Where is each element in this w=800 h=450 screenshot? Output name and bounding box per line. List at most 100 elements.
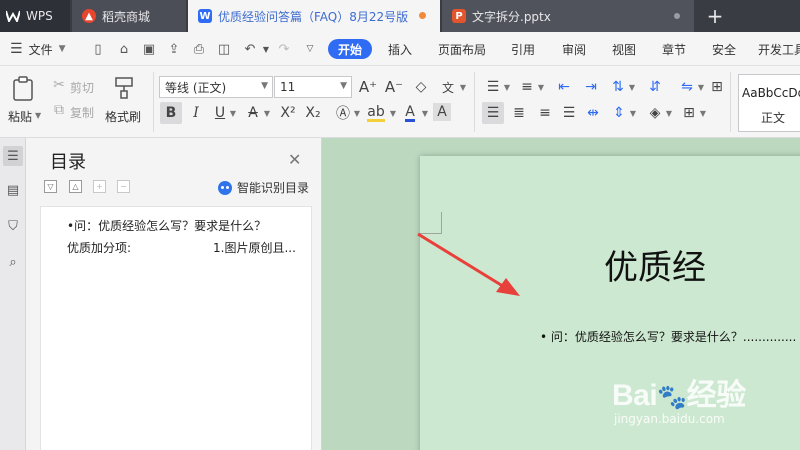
shrink-font-icon[interactable]: A⁻ [384,78,404,96]
justify-icon[interactable]: ☰ [558,102,580,124]
char-shading-icon[interactable]: A [433,103,451,121]
tab-developer[interactable]: 开发工具 [758,39,800,59]
undo-dropdown-icon[interactable]: ▼ [258,41,274,57]
font-color-icon[interactable]: A [400,102,420,124]
line-spacing-icon[interactable]: ⇋ [676,78,698,96]
sort-icon[interactable]: ⇵ [644,78,666,96]
find-icon[interactable]: ⌕ [3,252,23,272]
tab-wps-home[interactable]: WPS [0,0,70,32]
format-painter-icon[interactable] [110,74,138,102]
bullet-list-icon[interactable]: ☰ [482,78,504,96]
tab-label: 文字拆分.pptx [472,9,551,24]
numbered-list-icon[interactable]: ≡ [516,78,538,96]
increase-indent-icon[interactable]: ⇥ [580,78,602,96]
grow-font-icon[interactable]: A⁺ [358,78,378,96]
borders-icon[interactable]: ⊞ [678,102,700,124]
tab-store[interactable]: ▲ 稻壳商城 [72,0,186,32]
font-name-select[interactable]: 等线 (正文) ▼ [159,76,273,98]
tab-security[interactable]: 安全 [707,39,741,59]
bookmark-icon[interactable]: ⛉ [3,216,23,236]
chevron-down-icon[interactable]: ▼ [536,80,546,94]
show-marks-icon[interactable]: ⊞ [706,78,728,96]
toc-item[interactable]: •问：优质经验怎么写？要求是什么？ [67,217,266,234]
chevron-down-icon[interactable]: ▼ [628,106,638,120]
copy-label[interactable]: 复制 [70,104,94,121]
print-preview-icon[interactable]: ◫ [216,41,232,57]
toc-panel: 目录 ✕ ▽ △ + − 智能识别目录 •问：优质经验怎么写？要求是什么？ 优质… [26,138,322,450]
file-menu[interactable]: ☰ 文件 ▼ [10,32,66,66]
chevron-down-icon[interactable]: ▼ [352,106,362,120]
tab-presentation[interactable]: P 文字拆分.pptx [442,0,694,32]
shading-icon[interactable]: ◈ [644,102,666,124]
strikethrough-icon[interactable]: A [243,102,263,124]
chevron-down-icon[interactable]: ▼ [502,80,512,94]
bold-icon[interactable]: B [160,102,182,124]
paragraph-spacing-icon[interactable]: ⇕ [608,102,630,124]
text-direction-icon[interactable]: ⇅ [607,78,629,96]
new-doc-icon[interactable]: ▯ [90,41,106,57]
print-icon[interactable]: ⎙ [191,41,207,57]
new-tab-button[interactable]: + [700,0,730,32]
copy-icon[interactable]: ⧉ [52,102,66,118]
open-folder-icon[interactable]: ⌂ [116,41,132,57]
paste-label[interactable]: 粘贴 [8,108,32,125]
font-size-select[interactable]: 11 ▼ [274,76,352,98]
cut-label[interactable]: 剪切 [70,79,94,96]
phonetic-guide-icon[interactable]: 文 [438,78,458,96]
chevron-down-icon[interactable]: ▼ [664,106,674,120]
outline-panel-icon[interactable]: ▤ [3,180,23,200]
export-icon[interactable]: ⇪ [166,41,182,57]
document-toc-line[interactable]: • 问：优质经验怎么写？要求是什么？.............. [540,328,796,345]
chevron-down-icon[interactable]: ▼ [698,106,708,120]
cut-icon[interactable]: ✂ [52,77,66,93]
collapse-up-icon[interactable]: △ [69,180,82,193]
ribbon-divider [730,72,731,132]
superscript-icon[interactable]: X² [277,102,299,124]
remove-item-icon[interactable]: − [117,180,130,193]
tab-insert[interactable]: 插入 [383,39,417,59]
paste-icon[interactable] [8,74,38,104]
chevron-down-icon[interactable]: ▼ [388,106,398,120]
close-icon[interactable]: ✕ [288,150,301,169]
format-painter-label[interactable]: 格式刷 [105,108,141,125]
undo-icon[interactable]: ↶ [242,41,258,57]
chevron-down-icon[interactable]: ▼ [627,80,637,94]
highlight-color-icon[interactable]: ab [366,102,386,124]
subscript-icon[interactable]: X₂ [302,102,324,124]
toc-item[interactable]: 优质加分项: [67,239,131,256]
text-effect-icon[interactable]: Ⓐ [332,102,354,124]
smart-toc-button[interactable]: 智能识别目录 [218,179,309,196]
add-item-icon[interactable]: + [93,180,106,193]
tab-page-layout[interactable]: 页面布局 [433,39,491,59]
align-center-icon[interactable]: ≣ [508,102,530,124]
distribute-icon[interactable]: ⇹ [582,102,604,124]
chevron-down-icon[interactable]: ▼ [262,106,272,120]
align-right-icon[interactable]: ≡ [534,102,556,124]
document-heading[interactable]: 优质经 [604,240,706,289]
italic-icon[interactable]: I [186,102,206,124]
style-gallery[interactable]: AaBbCcDd 正文 [738,74,800,132]
toc-item[interactable]: 1.图片原创且... [213,239,296,256]
align-left-icon[interactable]: ☰ [482,102,504,124]
tab-section[interactable]: 章节 [657,39,691,59]
tab-home[interactable]: 开始 [328,39,372,59]
paste-dropdown-icon[interactable]: ▼ [35,111,41,120]
tab-document-active[interactable]: W 优质经验问答篇（FAQ）8月22号版 [188,0,440,32]
expand-down-icon[interactable]: ▽ [44,180,57,193]
chevron-down-icon[interactable]: ▼ [420,106,430,120]
chevron-down-icon[interactable]: ▼ [696,80,706,94]
underline-icon[interactable]: U [210,102,230,124]
tab-review[interactable]: 审阅 [557,39,591,59]
decrease-indent-icon[interactable]: ⇤ [553,78,575,96]
file-menu-label: 文件 [28,42,53,57]
customize-dropdown-icon[interactable]: ▽ [302,41,318,57]
redo-icon[interactable]: ↷ [276,41,292,57]
clear-format-icon[interactable]: ◇ [411,78,431,96]
chevron-down-icon[interactable]: ▼ [228,106,238,120]
save-icon[interactable]: ▣ [141,41,157,57]
style-normal-label: 正文 [761,111,786,125]
chevron-down-icon[interactable]: ▼ [458,80,468,94]
tab-references[interactable]: 引用 [506,39,540,59]
tab-view[interactable]: 视图 [607,39,641,59]
toc-panel-icon[interactable]: ☰ [3,146,23,166]
